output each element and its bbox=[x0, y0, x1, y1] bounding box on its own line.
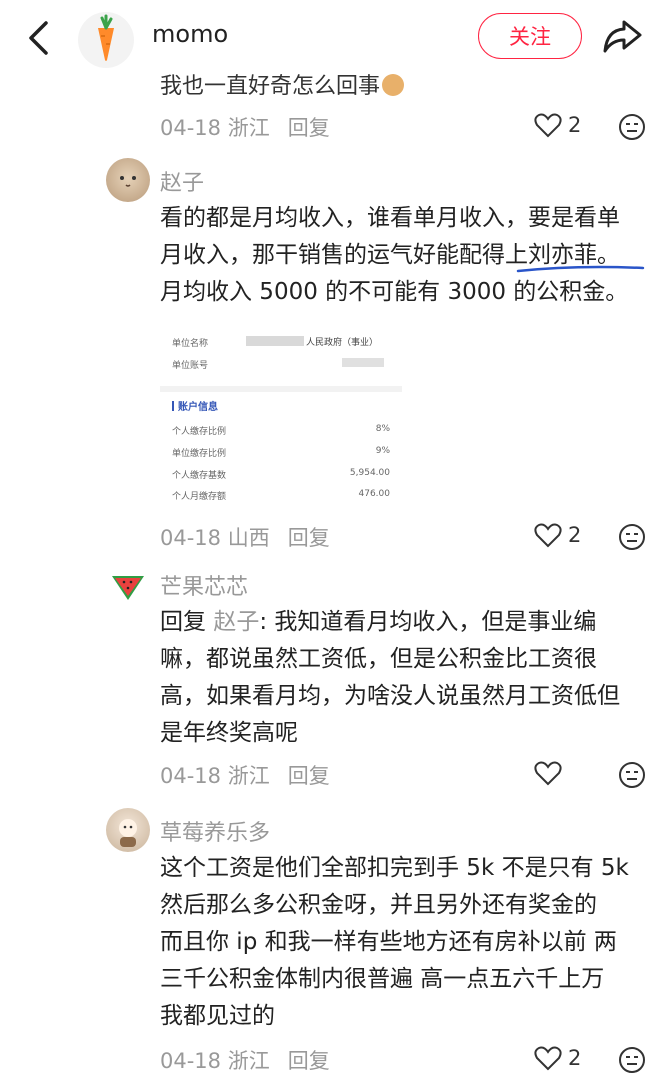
username[interactable]: 草莓养乐多 bbox=[160, 815, 270, 847]
comment-text: 回复 赵子: 我知道看月均收入，但是事业编 嘛，都说虽然工资低，但是公积金比工资… bbox=[160, 609, 620, 746]
meerkat-emoji-icon bbox=[382, 74, 405, 96]
emoji-reaction-icon[interactable] bbox=[618, 523, 646, 551]
reply-button[interactable]: 回复 bbox=[288, 526, 330, 550]
handwritten-underline bbox=[516, 265, 645, 273]
share-icon[interactable] bbox=[600, 16, 644, 56]
emoji-reaction-icon[interactable] bbox=[618, 113, 646, 141]
watermelon-icon bbox=[112, 576, 144, 600]
mention-link[interactable]: 赵子 bbox=[213, 609, 259, 635]
plush-toy-avatar-icon bbox=[119, 819, 137, 847]
emoji-reaction-icon[interactable] bbox=[618, 761, 646, 789]
comment-meta: 04-18 浙江 回复 bbox=[160, 1049, 330, 1073]
reply-button[interactable]: 回复 bbox=[288, 1049, 330, 1073]
author-name[interactable]: momo bbox=[152, 20, 228, 48]
comment-meta: 04-18 浙江 回复 bbox=[160, 764, 330, 788]
comment-text: 看的都是月均收入，谁看单月收入，要是看单 月收入，那干销售的运气好能配得上刘亦菲… bbox=[160, 205, 629, 305]
user-avatar[interactable] bbox=[106, 158, 150, 202]
user-avatar[interactable] bbox=[106, 808, 150, 852]
like-count: 2 bbox=[568, 523, 582, 547]
comment-text: 这个工资是他们全部扣完到手 5k 不是只有 5k 然后那么多公积金呀，并且另外还… bbox=[160, 855, 629, 1029]
heart-icon bbox=[534, 761, 562, 786]
like-button[interactable] bbox=[534, 760, 562, 786]
reply-button[interactable]: 回复 bbox=[288, 764, 330, 788]
carrot-icon bbox=[98, 14, 114, 61]
blurred-text bbox=[342, 358, 384, 367]
user-avatar[interactable] bbox=[106, 562, 150, 606]
divider bbox=[160, 386, 402, 392]
heart-icon bbox=[534, 113, 562, 138]
blurred-text bbox=[246, 336, 304, 346]
cat-avatar-icon bbox=[120, 176, 136, 187]
like-count: 2 bbox=[568, 1046, 582, 1070]
emoji-reaction-icon[interactable] bbox=[618, 1046, 646, 1074]
back-arrow-icon[interactable] bbox=[22, 18, 56, 58]
comment-meta: 04-18 浙江 回复 bbox=[160, 116, 330, 140]
username[interactable]: 赵子 bbox=[160, 165, 204, 197]
heart-icon bbox=[534, 1046, 562, 1071]
top-bar: momo 关注 bbox=[0, 0, 670, 74]
like-count: 2 bbox=[568, 113, 582, 137]
heart-icon bbox=[534, 523, 562, 548]
like-button[interactable]: 2 bbox=[534, 112, 581, 138]
follow-button[interactable]: 关注 bbox=[478, 13, 582, 59]
comment-image[interactable]: 单位名称 人民政府（事业） 单位账号 账户信息 个人缴存比例 8% 单位缴存比例… bbox=[160, 322, 402, 500]
author-avatar[interactable] bbox=[78, 12, 134, 68]
username[interactable]: 芒果芯芯 bbox=[160, 569, 248, 601]
comment-meta: 04-18 山西 回复 bbox=[160, 526, 330, 550]
like-button[interactable]: 2 bbox=[534, 522, 581, 548]
like-button[interactable]: 2 bbox=[534, 1045, 581, 1071]
reply-button[interactable]: 回复 bbox=[288, 116, 330, 140]
